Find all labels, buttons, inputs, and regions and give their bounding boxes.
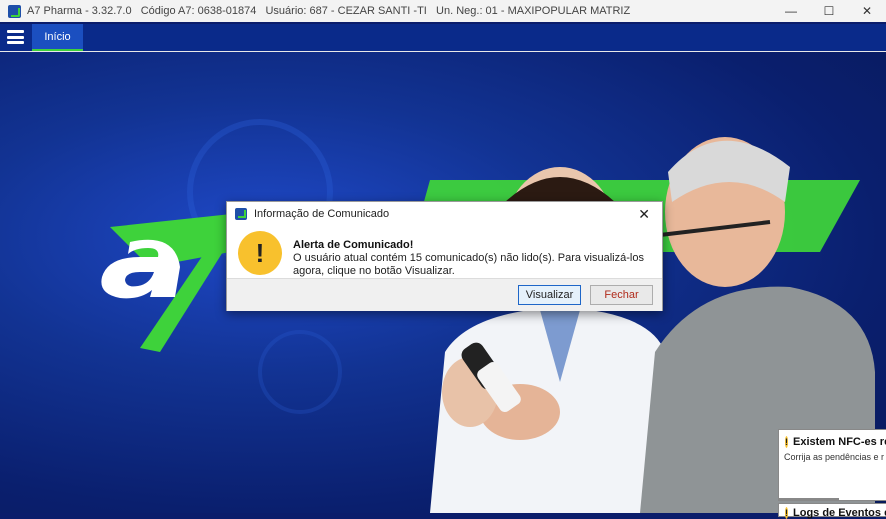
- window-controls: — ☐ ✕: [772, 0, 886, 22]
- fechar-button[interactable]: Fechar: [590, 285, 653, 305]
- window-title: A7 Pharma - 3.32.7.0 Código A7: 0638-018…: [27, 5, 631, 17]
- dialog-footer: Visualizar Fechar: [227, 278, 662, 311]
- dialog-close-icon[interactable]: ✕: [638, 206, 650, 223]
- window-titlebar: A7 Pharma - 3.32.7.0 Código A7: 0638-018…: [0, 0, 886, 22]
- warning-icon: !: [238, 231, 282, 275]
- visualizar-button[interactable]: Visualizar: [518, 285, 581, 305]
- toast-title: Logs de Eventos e: [793, 507, 886, 519]
- toast-progress-bar: [779, 498, 839, 500]
- dialog-body: ! Alerta de Comunicado! O usuário atual …: [227, 225, 662, 278]
- maximize-button[interactable]: ☐: [810, 0, 848, 22]
- close-button[interactable]: ✕: [848, 0, 886, 22]
- toast-title: Existem NFC-es re: [793, 436, 886, 448]
- main-menubar: Início: [0, 24, 886, 52]
- hamburger-menu-icon[interactable]: [7, 30, 24, 44]
- tab-inicio[interactable]: Início: [32, 24, 83, 51]
- notification-toast[interactable]: ! Existem NFC-es re Corrija as pendência…: [778, 429, 886, 501]
- dialog-title: Informação de Comunicado: [254, 207, 390, 220]
- warning-icon: !: [785, 507, 788, 519]
- warning-icon: !: [785, 436, 788, 448]
- dialog-message: O usuário atual contém 15 comunicado(s) …: [293, 252, 644, 277]
- communication-dialog: Informação de Comunicado ✕ ! Alerta de C…: [226, 201, 663, 311]
- app-logo-icon: [8, 4, 21, 18]
- notification-toast[interactable]: ! Logs de Eventos e: [778, 503, 886, 519]
- dialog-heading: Alerta de Comunicado!: [293, 239, 414, 251]
- dialog-titlebar: Informação de Comunicado ✕: [227, 202, 662, 225]
- app-logo-icon: [235, 207, 247, 220]
- toast-text: Corrija as pendências e r: [784, 452, 885, 462]
- minimize-button[interactable]: —: [772, 0, 810, 22]
